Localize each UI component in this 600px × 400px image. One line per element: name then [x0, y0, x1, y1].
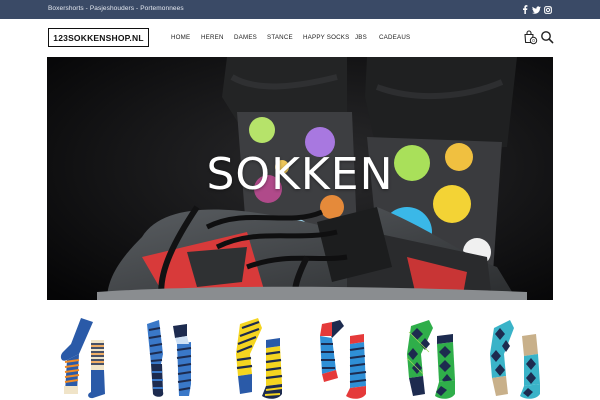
product-card-socks-red-blue[interactable]: [318, 314, 378, 400]
product-card-socks-blue-orange[interactable]: [55, 314, 115, 400]
shopping-bag-icon[interactable]: 0: [521, 28, 539, 46]
product-card-socks-blue-navy[interactable]: [143, 314, 203, 400]
top-bar: Boxershorts - Pasjeshouders - Portemonne…: [0, 0, 600, 19]
logo-text: 123SOKKENSHOP.NL: [53, 32, 144, 43]
twitter-icon[interactable]: [530, 3, 542, 16]
product-image: [406, 320, 455, 399]
nav-item-home[interactable]: HOME: [171, 34, 190, 41]
topbar-category-links[interactable]: Boxershorts - Pasjeshouders - Portemonne…: [48, 5, 184, 12]
hero-title: SOKKEN: [206, 149, 394, 200]
nav-item-cadeaus[interactable]: CADEAUS: [379, 34, 410, 41]
nav-item-dames[interactable]: DAMES: [234, 34, 257, 41]
product-image: [60, 318, 105, 399]
instagram-icon[interactable]: [542, 3, 554, 16]
product-image: [320, 320, 367, 399]
site-logo[interactable]: 123SOKKENSHOP.NL: [48, 28, 149, 47]
nav-item-stance[interactable]: STANCE: [267, 34, 293, 41]
product-card-socks-teal-argyle[interactable]: [488, 314, 548, 400]
product-row: [0, 300, 600, 400]
search-icon[interactable]: [538, 28, 556, 46]
cart-count: 0: [532, 38, 535, 43]
product-image: [236, 318, 283, 399]
nav-item-heren[interactable]: HEREN: [201, 34, 224, 41]
product-card-socks-green-argyle[interactable]: [403, 314, 463, 400]
product-image: [490, 320, 540, 399]
product-image: [147, 320, 192, 397]
product-card-socks-yellow-navy[interactable]: [230, 314, 290, 400]
site-header: 123SOKKENSHOP.NL HOME HEREN DAMES STANCE…: [0, 19, 600, 57]
nav-item-happy-socks[interactable]: HAPPY SOCKS: [303, 34, 349, 41]
nav-item-jbs[interactable]: JBS: [355, 34, 367, 41]
